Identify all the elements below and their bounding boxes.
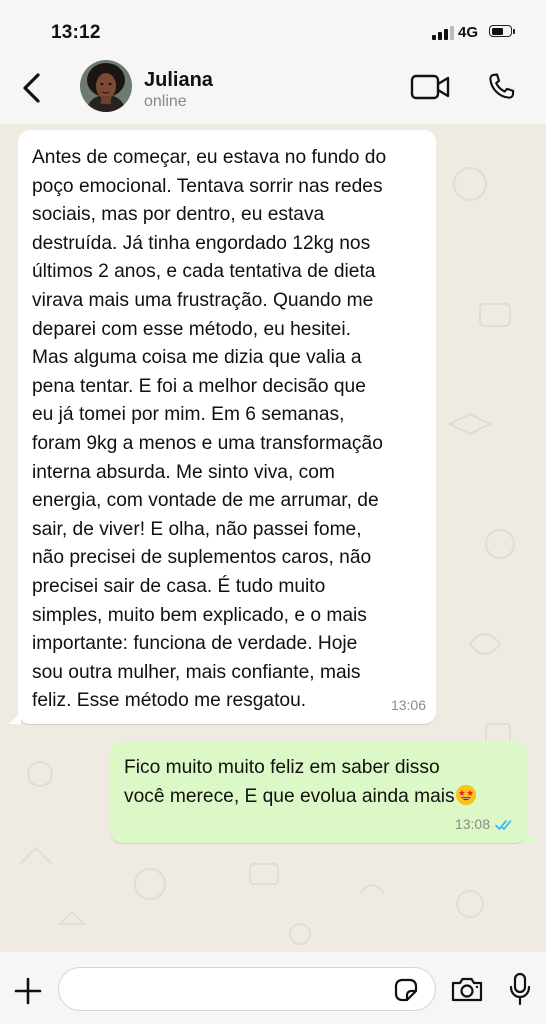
- camera-button[interactable]: [450, 973, 484, 1005]
- double-check-icon: [495, 819, 512, 830]
- plus-icon: [14, 977, 42, 1005]
- status-bar: 13:12 4G: [0, 0, 546, 60]
- status-time: 13:12: [51, 22, 101, 43]
- outgoing-message-bubble[interactable]: Fico muito muito feliz em saber disso vo…: [110, 741, 536, 843]
- avatar-image: [80, 60, 132, 112]
- camera-icon: [451, 977, 483, 1002]
- microphone-button[interactable]: [508, 971, 532, 1007]
- battery-icon: [489, 25, 516, 39]
- star-struck-emoji: [455, 784, 476, 806]
- sticker-icon: [394, 978, 418, 1002]
- message-time: 13:08: [454, 816, 490, 833]
- network-type: 4G: [458, 24, 479, 41]
- contact-name[interactable]: Juliana: [144, 69, 213, 92]
- incoming-message-bubble[interactable]: Antes de começar, eu estava no fundo do …: [9, 130, 436, 724]
- chat-header: Juliana online: [0, 60, 546, 124]
- message-time: 13:06: [390, 697, 426, 714]
- message-text: Antes de começar, eu estava no fundo do …: [32, 147, 387, 712]
- message-input[interactable]: [58, 967, 436, 1011]
- microphone-icon: [509, 972, 531, 1006]
- video-call-button[interactable]: [410, 72, 452, 102]
- video-call-icon: [410, 74, 450, 100]
- attach-button[interactable]: [12, 975, 44, 1007]
- contact-status: online: [144, 93, 187, 110]
- chat-area[interactable]: Antes de começar, eu estava no fundo do …: [0, 124, 546, 952]
- phone-call-icon: [489, 73, 515, 99]
- input-bar: [0, 952, 546, 1024]
- signal-icon: [432, 26, 454, 40]
- back-button[interactable]: [18, 68, 48, 108]
- sticker-button[interactable]: [392, 976, 420, 1004]
- avatar[interactable]: [80, 60, 132, 112]
- back-chevron-icon: [23, 73, 40, 103]
- message-text: Fico muito muito feliz em saber disso vo…: [124, 757, 455, 807]
- phone-call-button[interactable]: [484, 70, 518, 104]
